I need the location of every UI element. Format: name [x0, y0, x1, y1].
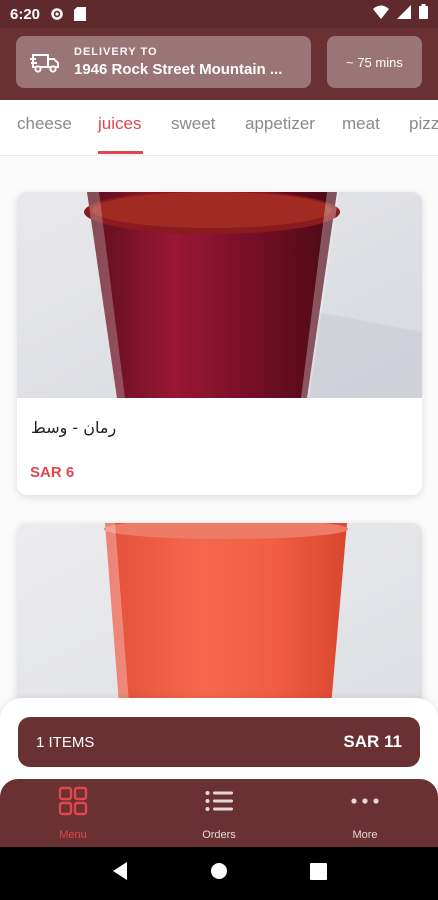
- category-tabs: cheese juices sweet appetizer meat pizza: [0, 100, 438, 156]
- tab-appetizer[interactable]: appetizer: [245, 114, 315, 134]
- app-screen: 6:20 DELIVERY TO 1946 Rock Street Mounta…: [0, 0, 438, 900]
- tab-pizza[interactable]: pizza: [409, 114, 438, 134]
- grid-icon: [58, 786, 88, 821]
- tab-sweet[interactable]: sweet: [171, 114, 215, 134]
- product-price: SAR 6: [30, 464, 75, 481]
- bottom-navigation: Menu Orders More: [0, 779, 438, 847]
- cart-total: SAR 11: [343, 732, 402, 751]
- more-dots-icon: [350, 786, 380, 821]
- delivery-address-button[interactable]: DELIVERY TO 1946 Rock Street Mountain ..…: [16, 36, 311, 88]
- delivery-eta-button[interactable]: ~ 75 mins: [327, 36, 422, 88]
- recents-icon[interactable]: [310, 862, 328, 885]
- sd-card-icon: [74, 7, 88, 21]
- nav-orders[interactable]: Orders: [146, 779, 292, 847]
- settings-gear-icon: [50, 7, 64, 21]
- nav-orders-label: Orders: [202, 828, 236, 841]
- battery-icon: [419, 4, 428, 24]
- product-image: [17, 192, 422, 398]
- signal-icon: [397, 4, 411, 24]
- wifi-icon: [373, 5, 389, 24]
- nav-menu[interactable]: Menu: [0, 779, 146, 847]
- product-card[interactable]: رمان - وسط SAR 6: [17, 192, 422, 495]
- system-navigation-bar: [0, 847, 438, 900]
- home-icon[interactable]: [210, 862, 228, 885]
- product-name: رمان - وسط: [31, 418, 117, 437]
- back-icon[interactable]: [111, 861, 129, 886]
- nav-more-label: More: [352, 828, 378, 841]
- app-header: DELIVERY TO 1946 Rock Street Mountain ..…: [0, 28, 438, 100]
- delivery-truck-icon: [30, 50, 60, 74]
- nav-menu-label: Menu: [59, 828, 87, 841]
- view-cart-button[interactable]: 1 ITEMS SAR 11: [18, 717, 420, 767]
- delivery-address: 1946 Rock Street Mountain ...: [74, 61, 283, 78]
- list-icon: [204, 786, 234, 821]
- nav-more[interactable]: More: [292, 779, 438, 847]
- delivery-label: DELIVERY TO: [74, 46, 158, 58]
- product-info: رمان - وسط SAR 6: [17, 398, 422, 495]
- status-time: 6:20: [10, 5, 41, 23]
- tab-cheese[interactable]: cheese: [17, 114, 72, 134]
- cart-item-count: 1 ITEMS: [36, 733, 95, 751]
- tab-juices[interactable]: juices: [98, 114, 141, 134]
- active-tab-indicator: [98, 151, 143, 154]
- tab-meat[interactable]: meat: [342, 114, 380, 134]
- status-bar: 6:20: [0, 0, 438, 28]
